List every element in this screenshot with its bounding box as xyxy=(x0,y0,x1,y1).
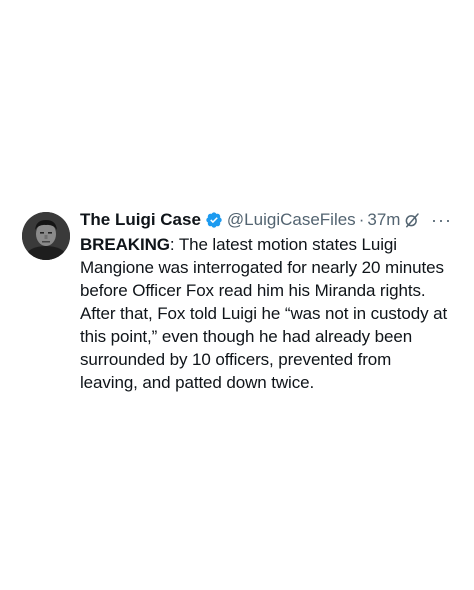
more-icon[interactable]: ··· xyxy=(431,211,452,229)
verified-badge-icon xyxy=(205,211,223,229)
tweet-text: BREAKING: The latest motion states Luigi… xyxy=(80,233,452,394)
grok-icon[interactable] xyxy=(403,211,421,229)
header-actions: ··· xyxy=(403,211,452,229)
display-name[interactable]: The Luigi Case xyxy=(80,208,201,232)
separator-dot: · xyxy=(358,210,365,229)
avatar[interactable] xyxy=(22,212,70,260)
handle[interactable]: @LuigiCaseFiles xyxy=(227,208,356,232)
tweet-text-body: : The latest motion states Luigi Mangion… xyxy=(80,235,448,392)
tweet-text-bold: BREAKING xyxy=(80,235,170,254)
tweet-content: The Luigi Case @LuigiCaseFiles · 37m ··· xyxy=(80,208,452,394)
timestamp[interactable]: 37m xyxy=(367,208,400,232)
tweet-header: The Luigi Case @LuigiCaseFiles · 37m ··· xyxy=(80,208,452,232)
avatar-image xyxy=(22,212,70,260)
